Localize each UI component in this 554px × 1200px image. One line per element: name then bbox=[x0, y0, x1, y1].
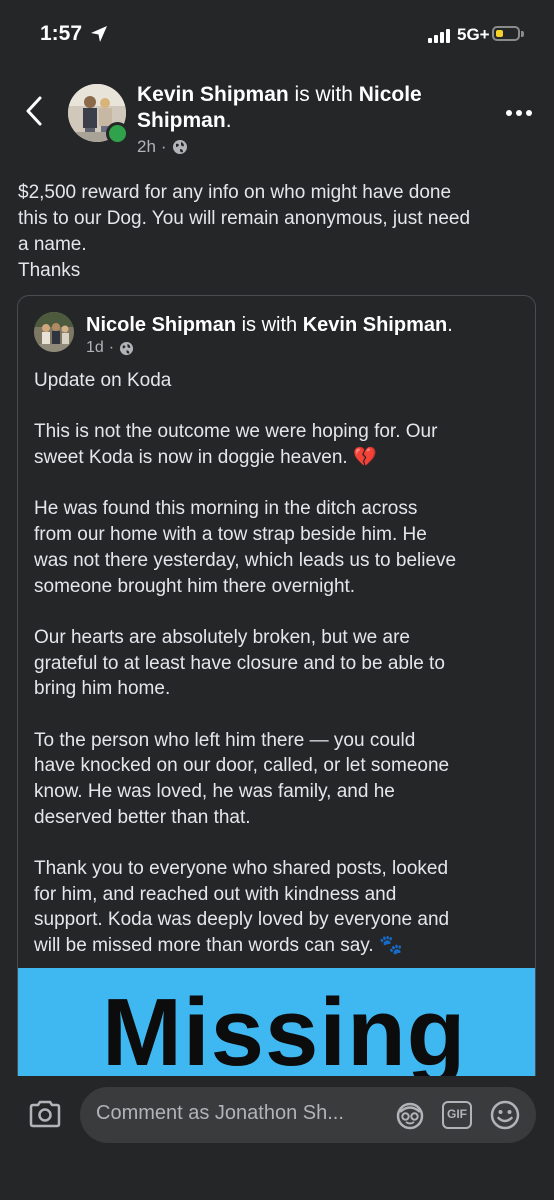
shared-post-time[interactable]: 1d bbox=[86, 339, 104, 357]
status-time: 1:57 bbox=[40, 22, 83, 45]
body-line: will be missed more than words can say. … bbox=[34, 935, 403, 957]
body-line: from our home with a tow strap beside hi… bbox=[34, 524, 427, 546]
body-line: have knocked on our door, called, or let… bbox=[34, 755, 450, 777]
post-time[interactable]: 2h bbox=[137, 137, 156, 157]
shared-post-card[interactable]: Nicole Shipman is with Kevin Shipman. 1d… bbox=[17, 295, 536, 1085]
with-text: is with bbox=[288, 83, 359, 106]
emoji-icon[interactable] bbox=[489, 1099, 521, 1131]
body-line: know. He was loved, he was family, and h… bbox=[34, 781, 395, 802]
avatar-sticker-icon[interactable] bbox=[395, 1101, 425, 1131]
body-line: was not there yesterday, which leads us … bbox=[34, 549, 457, 571]
body-line: for him, and reached out with kindness a… bbox=[34, 883, 397, 905]
shared-tagged-name[interactable]: Kevin Shipman bbox=[303, 314, 447, 336]
body-line: Our hearts are absolutely broken, but we… bbox=[34, 626, 410, 648]
gif-icon[interactable]: GIF bbox=[442, 1101, 472, 1129]
post-text: $2,500 reward for any info on who might … bbox=[18, 180, 543, 284]
post-meta: 2h · bbox=[137, 137, 188, 157]
shared-post-title: Nicole Shipman is with Kevin Shipman. bbox=[86, 312, 526, 338]
body-line: support. Koda was deeply loved by everyo… bbox=[34, 909, 450, 931]
post-text-line: $2,500 reward for any info on who might … bbox=[18, 182, 452, 203]
shared-author-name[interactable]: Nicole Shipman bbox=[86, 314, 236, 336]
globe-icon bbox=[120, 341, 134, 355]
shared-post-body: Update on Koda This is not the outcome w… bbox=[34, 368, 529, 959]
body-line: grateful to at least have closure and to… bbox=[34, 652, 445, 674]
body-line: someone brought him there overnight. bbox=[34, 575, 356, 597]
status-bar: 1:57 5G+ bbox=[0, 0, 554, 70]
post-text-line: this to our Dog. You will remain anonymo… bbox=[18, 208, 471, 229]
battery-tip bbox=[521, 31, 524, 37]
body-line: Update on Koda bbox=[34, 370, 172, 391]
title-period: . bbox=[225, 109, 232, 132]
comment-input[interactable]: Comment as Jonathon Sh... bbox=[96, 1102, 344, 1125]
signal-bars-icon bbox=[428, 29, 450, 43]
back-chevron-icon[interactable] bbox=[22, 94, 48, 128]
network-label: 5G+ bbox=[457, 25, 490, 44]
shared-with-text: is with bbox=[236, 314, 303, 336]
shared-author-avatar[interactable] bbox=[34, 312, 74, 352]
shared-post-meta: 1d · bbox=[86, 339, 134, 357]
body-line: Thank you to everyone who shared posts, … bbox=[34, 858, 449, 880]
body-line: deserved better than that. bbox=[34, 806, 251, 828]
meta-dot: · bbox=[160, 137, 167, 156]
post-header-title: Kevin Shipman is with Nicole Shipman. bbox=[137, 82, 437, 134]
body-line: This is not the outcome we were hoping f… bbox=[34, 421, 438, 443]
missing-banner-image[interactable]: Missing bbox=[18, 968, 535, 1085]
location-arrow-icon bbox=[91, 26, 107, 42]
post-text-line: Thanks bbox=[18, 260, 81, 281]
shared-title-period: . bbox=[447, 314, 453, 336]
shared-avatar-photo bbox=[34, 312, 74, 352]
body-line: To the person who left him there — you c… bbox=[34, 729, 416, 751]
camera-icon[interactable] bbox=[28, 1099, 62, 1129]
battery-icon bbox=[492, 26, 520, 41]
body-line: bring him home. bbox=[34, 678, 171, 700]
post-text-line: a name. bbox=[18, 234, 87, 255]
more-options-icon[interactable] bbox=[505, 108, 535, 118]
body-line: He was found this morning in the ditch a… bbox=[34, 498, 418, 520]
body-line: sweet Koda is now in doggie heaven. 💔 bbox=[34, 447, 377, 469]
globe-icon bbox=[172, 140, 187, 154]
shared-meta-dot: · bbox=[108, 339, 115, 356]
online-status-dot bbox=[106, 122, 129, 145]
author-name[interactable]: Kevin Shipman bbox=[137, 83, 289, 106]
banner-text: Missing bbox=[102, 979, 467, 1085]
